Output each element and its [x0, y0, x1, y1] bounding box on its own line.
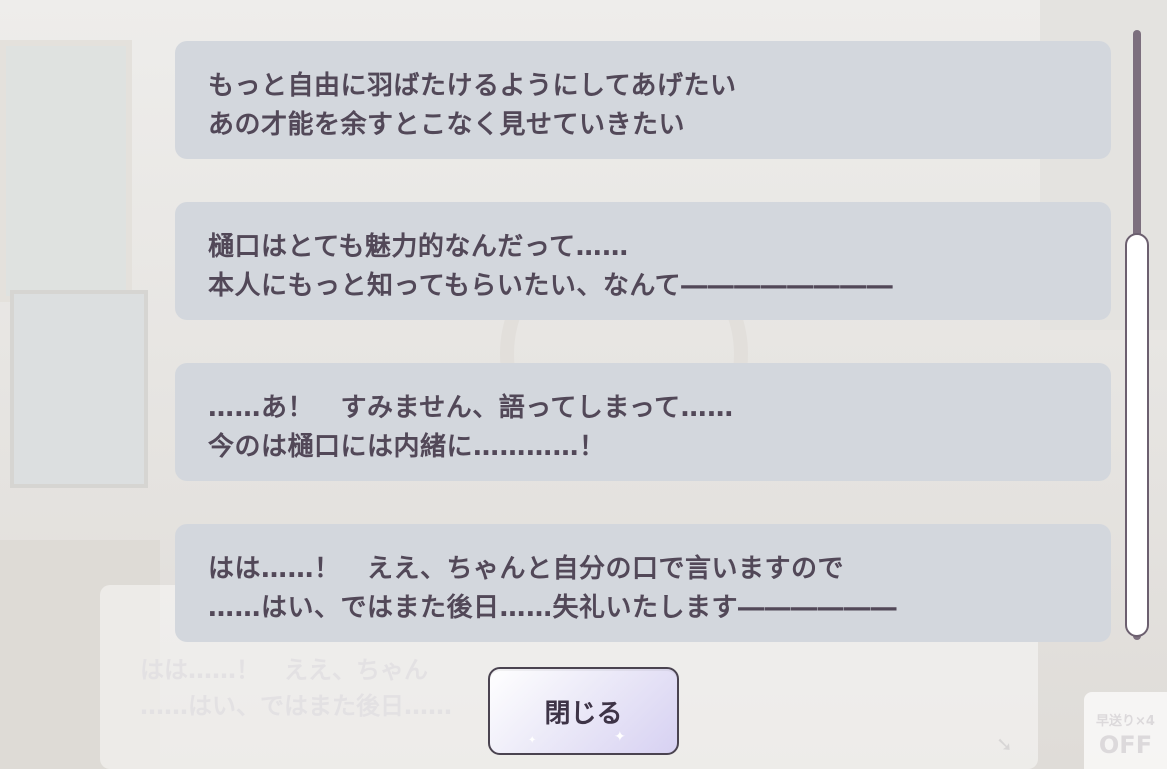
scrollbar-thumb[interactable]	[1125, 233, 1149, 637]
fast-forward-toggle[interactable]: 早送り×4 OFF	[1084, 692, 1167, 769]
fast-forward-state: OFF	[1098, 731, 1153, 759]
sparkle-icon: ✦	[528, 735, 537, 746]
log-entry-line: 今のは樋口には内緒に…………！	[208, 432, 606, 462]
log-entry-line: ……はい、ではまた後日……失礼いたします――――――	[208, 593, 898, 623]
background-monitor	[10, 290, 148, 488]
log-entry-line: あの才能を余すとこなく見せていきたい	[208, 110, 686, 140]
advance-arrow-icon: ➘	[996, 732, 1013, 756]
underlying-line-1: はは……！ ええ、ちゃん	[140, 656, 428, 684]
close-button[interactable]: 閉じる ✦ ✦	[488, 667, 679, 755]
log-entry: もっと自由に羽ばたけるようにしてあげたい あの才能を余すとこなく見せていきたい	[175, 41, 1111, 159]
sparkle-icon: ✦	[614, 729, 626, 745]
background-window	[0, 40, 132, 302]
log-entry-line: もっと自由に羽ばたけるようにしてあげたい	[208, 71, 737, 101]
fast-forward-label: 早送り×4	[1096, 714, 1155, 729]
close-button-label: 閉じる	[544, 698, 623, 729]
log-entry: 樋口はとても魅力的なんだって…… 本人にもっと知ってもらいたい、なんて―――――…	[175, 202, 1111, 320]
underlying-line-2: ……はい、ではまた後日……	[140, 692, 452, 720]
log-entry-line: 本人にもっと知ってもらいたい、なんて――――――――	[208, 271, 894, 301]
log-entry: ……あ！ すみません、語ってしまって…… 今のは樋口には内緒に…………！	[175, 363, 1111, 481]
log-entry-line: ……あ！ すみません、語ってしまって……	[208, 393, 734, 423]
log-entry: はは……！ ええ、ちゃんと自分の口で言いますので ……はい、ではまた後日……失礼…	[175, 524, 1111, 642]
log-entry-line: はは……！ ええ、ちゃんと自分の口で言いますので	[208, 554, 845, 584]
log-entry-line: 樋口はとても魅力的なんだって……	[208, 232, 629, 262]
